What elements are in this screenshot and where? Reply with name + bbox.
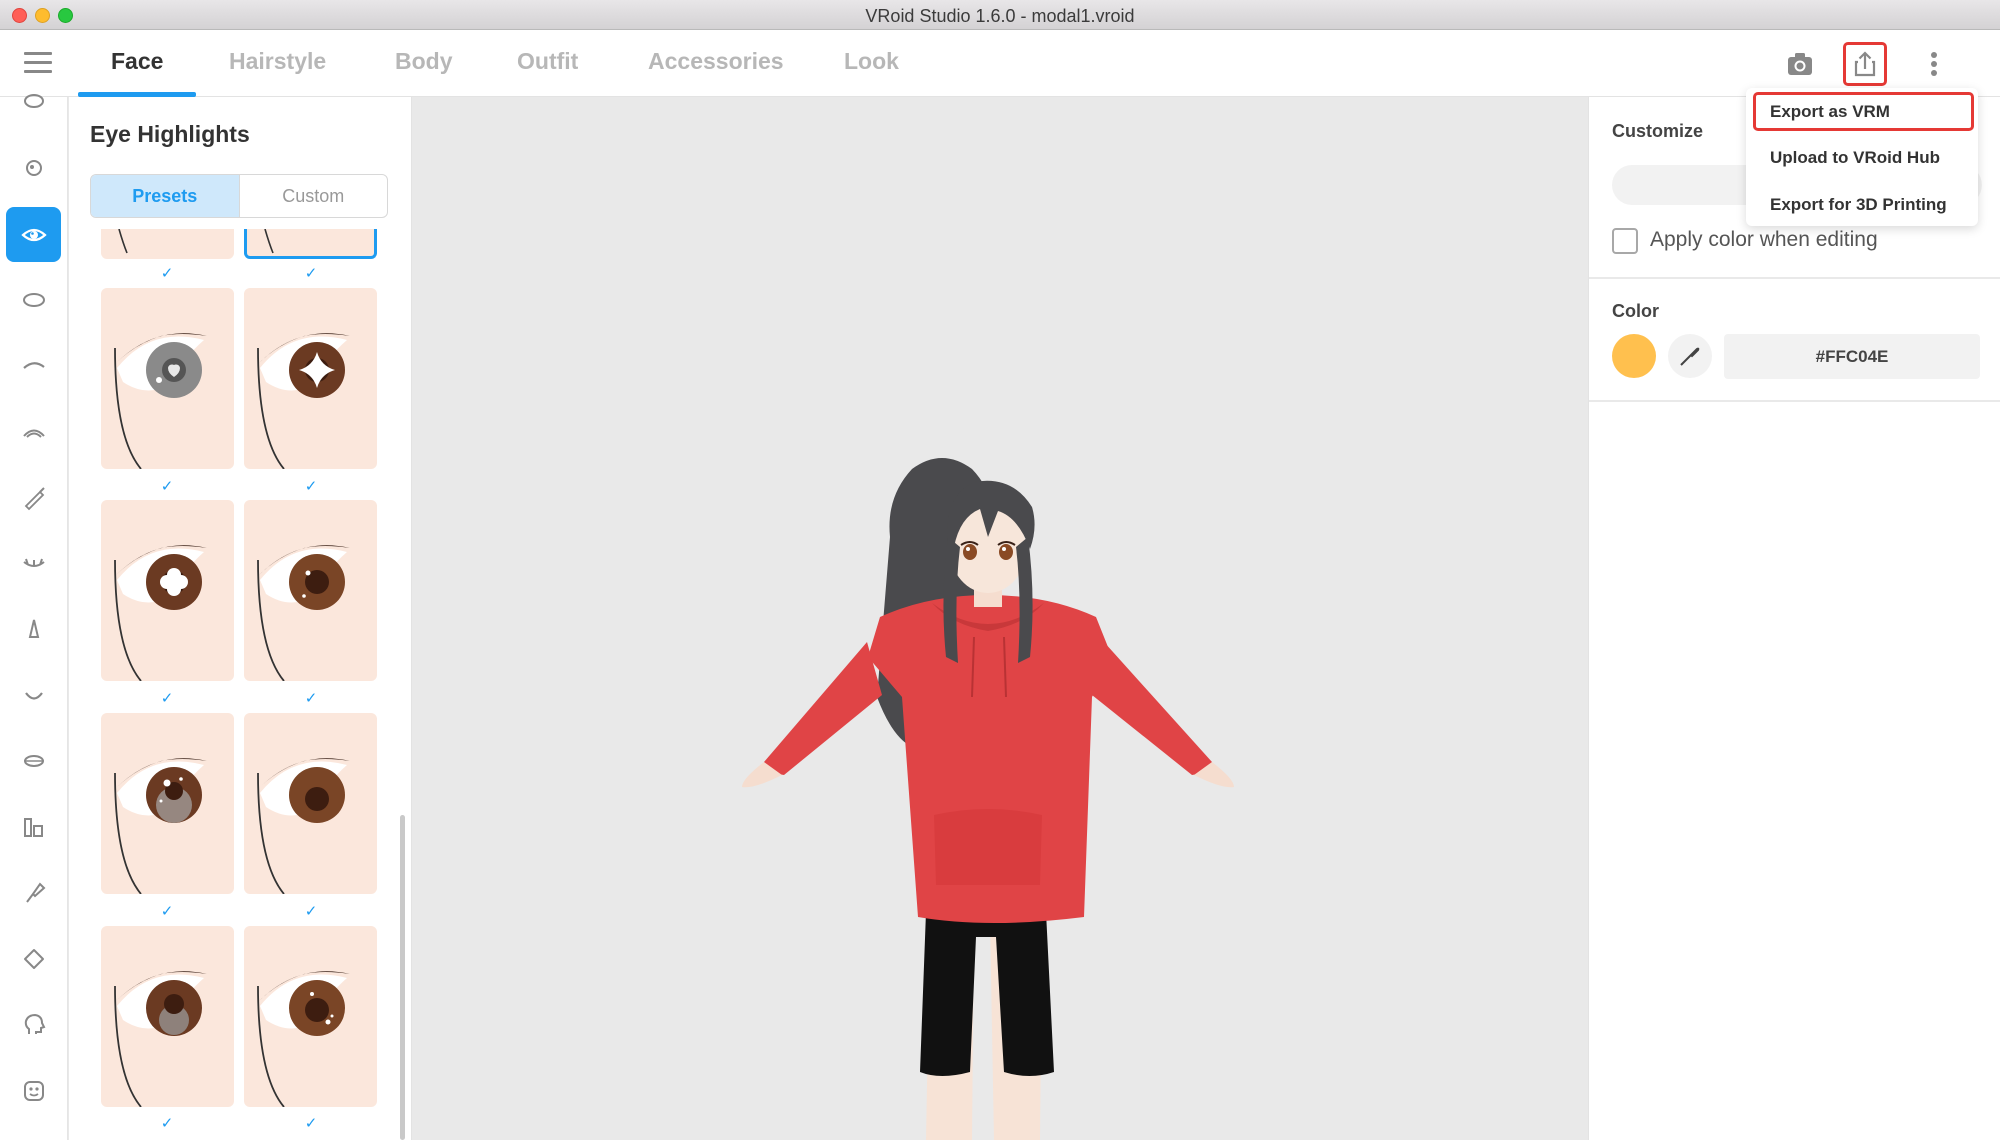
panel-title: Eye Highlights xyxy=(90,121,250,147)
preset-check-icon: ✓ xyxy=(160,1115,174,1132)
head-icon[interactable] xyxy=(6,997,61,1052)
tab-hairstyle[interactable]: Hairstyle xyxy=(229,48,326,75)
nose-icon[interactable] xyxy=(6,601,61,656)
properties-panel: Customize Apply color when editing Color… xyxy=(1588,97,2000,1140)
tab-outfit[interactable]: Outfit xyxy=(517,48,578,75)
ear-icon[interactable] xyxy=(6,931,61,986)
preset-thumbnail[interactable] xyxy=(101,500,234,681)
lips-icon[interactable] xyxy=(6,733,61,788)
color-label: Color xyxy=(1612,301,1659,321)
preset-thumbnail[interactable] xyxy=(101,926,234,1107)
panel-scrollbar[interactable] xyxy=(400,815,405,1140)
preset-thumbnail-selected[interactable] xyxy=(244,229,377,259)
tab-look[interactable]: Look xyxy=(844,48,899,75)
eyelash-upper-icon[interactable] xyxy=(6,404,61,459)
preset-check-icon: ✓ xyxy=(304,690,318,707)
3d-viewport[interactable] xyxy=(412,97,1588,1140)
eyelash-lower-icon[interactable] xyxy=(6,535,61,590)
preset-check-icon: ✓ xyxy=(160,690,174,707)
menu-item-highlight-outline xyxy=(1753,92,1974,131)
top-navigation: Face Hairstyle Body Outfit Accessories L… xyxy=(0,30,2000,97)
window-titlebar: VRoid Studio 1.6.0 - modal1.vroid xyxy=(0,0,2000,30)
presets-custom-toggle: Presets Custom xyxy=(90,174,388,218)
apply-color-label: Apply color when editing xyxy=(1650,228,1878,251)
eye-white-icon[interactable] xyxy=(6,272,61,327)
mouth-icon[interactable] xyxy=(6,667,61,722)
customize-label: Customize xyxy=(1612,121,1704,141)
preset-check-icon: ✓ xyxy=(160,478,174,495)
preset-check-icon: ✓ xyxy=(304,265,318,282)
preset-grid: ✓ ✓ ✓ ✓ ✓ ✓ ✓ ✓ ✓ ✓ xyxy=(69,229,411,1140)
preset-thumbnail[interactable] xyxy=(244,926,377,1107)
tab-body[interactable]: Body xyxy=(395,48,453,75)
section-divider xyxy=(1589,400,2000,402)
eye-highlights-panel: Eye Highlights Presets Custom ✓ ✓ ✓ ✓ ✓ xyxy=(69,97,412,1140)
preset-thumbnail[interactable] xyxy=(244,288,377,469)
face-outline-icon[interactable] xyxy=(6,73,61,128)
color-hex-field[interactable]: #FFC04E xyxy=(1724,334,1980,379)
preset-thumbnail[interactable] xyxy=(244,500,377,681)
color-swatch[interactable] xyxy=(1612,334,1656,378)
eyedropper-icon[interactable] xyxy=(1668,334,1712,378)
face-category-rail xyxy=(0,93,68,1140)
preset-thumbnail[interactable] xyxy=(244,713,377,894)
teeth-icon[interactable] xyxy=(6,799,61,854)
tab-accessories[interactable]: Accessories xyxy=(648,48,784,75)
character-model xyxy=(742,458,1234,1140)
face-expression-icon[interactable] xyxy=(6,1063,61,1118)
preset-thumbnail[interactable] xyxy=(101,229,234,259)
export-icon[interactable] xyxy=(1843,42,1887,86)
eyebrow-icon[interactable] xyxy=(6,338,61,393)
eye-highlight-icon[interactable] xyxy=(6,207,61,262)
camera-icon[interactable] xyxy=(1778,42,1822,86)
presets-tab[interactable]: Presets xyxy=(91,175,239,217)
section-divider xyxy=(1589,277,2000,279)
preset-check-icon: ✓ xyxy=(160,903,174,920)
tab-face[interactable]: Face xyxy=(111,48,163,75)
eyeliner-icon[interactable] xyxy=(6,470,61,525)
custom-tab[interactable]: Custom xyxy=(238,175,388,217)
window-title: VRoid Studio 1.6.0 - modal1.vroid xyxy=(865,6,1135,26)
preset-thumbnail[interactable] xyxy=(101,288,234,469)
upload-to-vroid-hub-item[interactable]: Upload to VRoid Hub xyxy=(1770,148,1940,168)
eye-ball-icon[interactable] xyxy=(6,140,61,195)
preset-thumbnail[interactable] xyxy=(101,713,234,894)
more-vertical-icon[interactable] xyxy=(1912,42,1956,86)
preset-check-icon: ✓ xyxy=(304,1115,318,1132)
brush-icon[interactable] xyxy=(6,865,61,920)
preset-check-icon: ✓ xyxy=(304,478,318,495)
export-for-3d-printing-item[interactable]: Export for 3D Printing xyxy=(1770,195,1947,215)
apply-color-checkbox[interactable] xyxy=(1612,228,1638,254)
preset-check-icon: ✓ xyxy=(160,265,174,282)
preset-check-icon: ✓ xyxy=(304,903,318,920)
